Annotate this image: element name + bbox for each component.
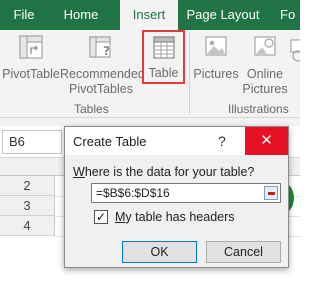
pictures-label: Pictures [193,67,239,81]
cancel-button[interactable]: Cancel [206,241,281,263]
ribbon: PivotTable ? Recommended PivotTables Tab… [0,30,306,118]
data-range-prompt: Where is the data for your table? [73,165,255,179]
ribbon-gap [0,118,300,126]
pivottable-label: PivotTable [2,67,60,81]
online-pictures-icon [252,34,278,64]
online-pictures-label-line2: Pictures [242,82,288,96]
tab-formulas[interactable]: Fo [280,0,310,30]
tab-file[interactable]: File [0,0,48,30]
checkmark-icon: ✓ [95,210,107,224]
dialog-title-bar: Create Table ? ✕ [65,127,288,155]
recommended-label-line2: PivotTables [69,82,133,96]
pivottable-button[interactable]: PivotTable [2,30,60,100]
pictures-button[interactable]: Pictures [192,30,240,100]
tables-group-label: Tables [74,102,109,116]
recommended-pivottables-button[interactable]: ? Recommended PivotTables [60,30,145,100]
tab-page-layout[interactable]: Page Layout [178,0,268,30]
illustrations-group-label: Illustrations [228,102,289,116]
ok-button[interactable]: OK [122,241,197,263]
close-button[interactable]: ✕ [245,127,288,155]
tab-insert[interactable]: Insert [120,0,178,30]
dialog-title: Create Table [73,134,147,149]
row-header-3[interactable]: 3 [0,196,55,216]
ribbon-tab-bar: File Home Insert Page Layout Fo [0,0,300,30]
data-range-input[interactable]: =$B$6:$D$16 [91,183,281,203]
collapse-dialog-icon[interactable] [264,186,278,200]
online-pictures-button[interactable]: Online Pictures [240,30,290,100]
row-header-2[interactable]: 2 [0,176,55,196]
shapes-icon[interactable] [290,38,306,65]
pictures-icon [203,34,229,64]
has-headers-checkbox[interactable]: ✓ [94,210,108,224]
close-icon: ✕ [260,132,273,149]
pivottable-icon [18,34,44,66]
table-label: Table [148,66,179,80]
table-icon [152,35,176,65]
create-table-dialog: Create Table ? ✕ Where is the data for y… [64,126,289,268]
row-header-4[interactable]: 4 [0,216,55,236]
help-button[interactable]: ? [218,133,226,149]
recommended-label-line1: Recommended [60,67,145,81]
recommended-pivottables-icon: ? [88,34,114,66]
name-box[interactable]: B6 [2,130,62,154]
table-button[interactable]: Table [142,30,185,84]
svg-text:?: ? [103,44,110,58]
group-separator [189,32,190,114]
online-pictures-label-line1: Online [246,67,284,81]
tab-home[interactable]: Home [48,0,114,30]
data-range-value: =$B$6:$D$16 [96,186,170,200]
has-headers-label[interactable]: My table has headers [115,210,235,224]
